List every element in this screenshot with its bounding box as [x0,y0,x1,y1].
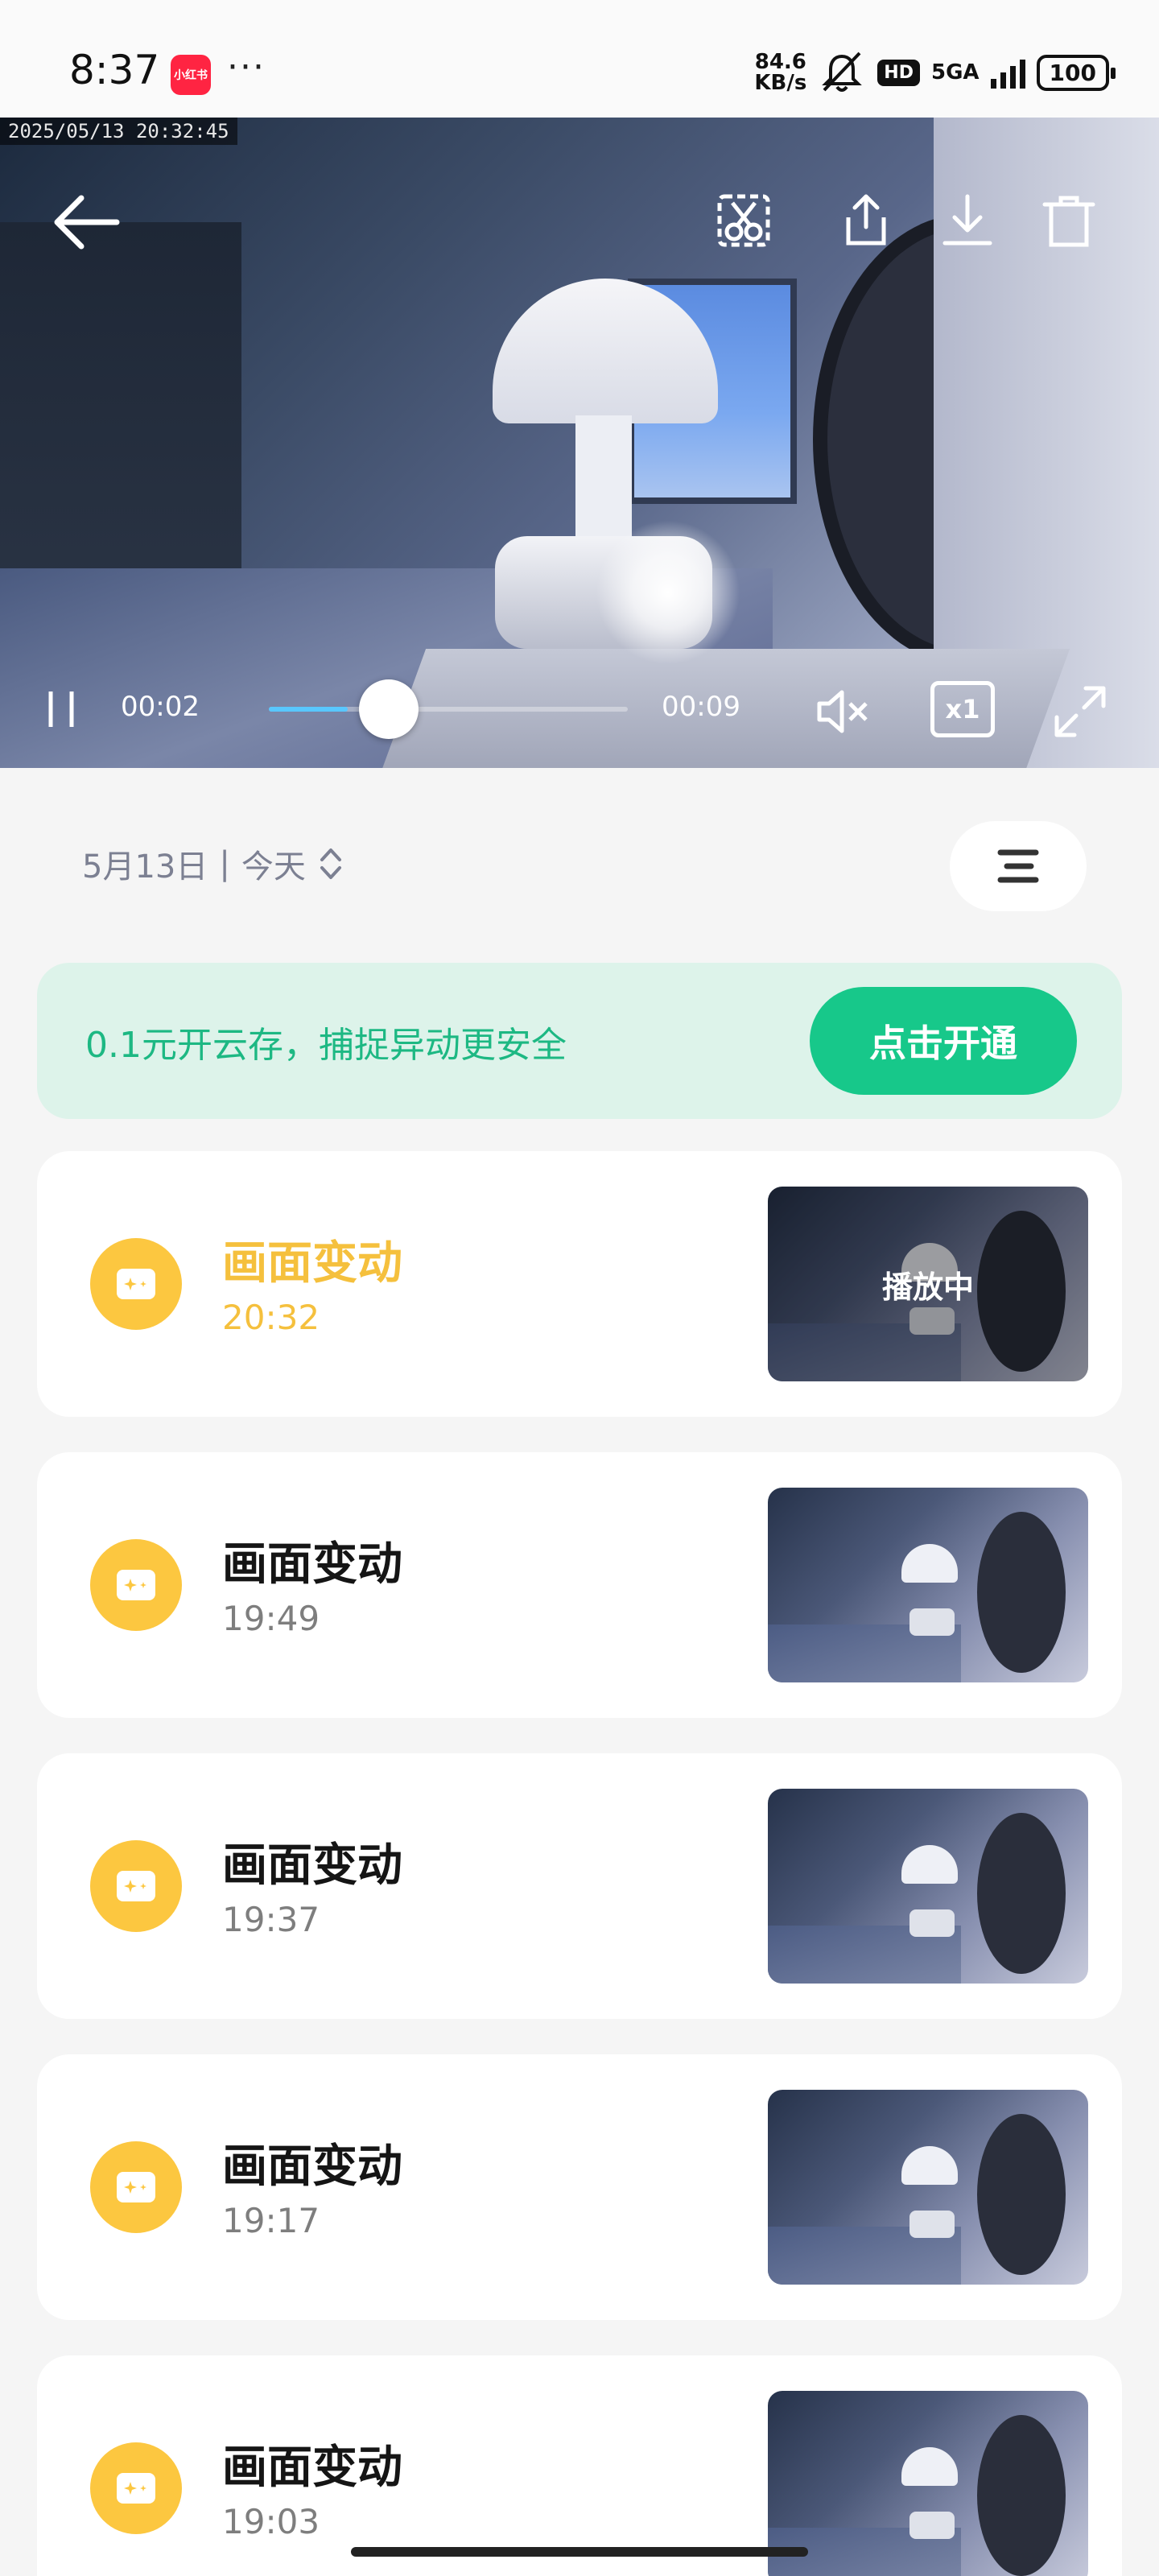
event-card[interactable]: 画面变动 19:03 [37,2355,1122,2576]
thumb-scene-mirror [977,1512,1066,1673]
event-time: 20:32 [222,1298,320,1337]
event-card[interactable]: 画面变动 19:17 [37,2054,1122,2320]
menu-icon [997,849,1039,883]
progress-fill [269,707,349,712]
event-thumbnail[interactable]: 播放中 [768,1187,1088,1381]
thumb-scene-lampshade [901,2447,958,2486]
cloud-storage-promo: 0.1元开云存，捕捉异动更安全 点击开通 [37,963,1122,1119]
event-title: 画面变动 [222,2442,402,2494]
thumb-scene-lamp-base [909,1909,955,1937]
thumb-scene-lampshade [901,1845,958,1884]
event-icon-badge [90,2141,182,2233]
event-icon-badge [90,1539,182,1631]
event-title: 画面变动 [222,1839,402,1892]
video-scene-light-glow [596,520,740,665]
event-thumbnail[interactable] [768,1789,1088,1984]
home-indicator[interactable] [351,2547,808,2557]
delete-icon[interactable] [1030,182,1107,259]
total-duration: 00:09 [662,691,740,723]
day-label: 今天 [241,848,306,886]
event-thumbnail[interactable] [768,2090,1088,2285]
speed-icon[interactable]: x1 [930,681,995,737]
event-time: 19:49 [222,1599,320,1638]
video-timestamp: 2025/05/13 20:32:45 [0,118,237,145]
progress-thumb[interactable] [359,679,419,739]
fullscreen-icon[interactable] [1046,678,1114,745]
share-icon[interactable] [827,182,905,259]
thumb-scene-mirror [977,2114,1066,2275]
date-label: 5月13日 [82,848,208,886]
event-icon-badge [90,1238,182,1330]
battery-icon: 100 [1036,54,1116,91]
current-time: 00:02 [121,691,200,723]
playing-label: 播放中 [768,1187,1088,1381]
sort-chevrons-icon [320,848,341,879]
xiaohongshu-app-icon: 小红书 [171,55,211,95]
thumb-scene-lampshade [901,2146,958,2185]
motion-event-icon [117,2172,155,2202]
event-title: 画面变动 [222,1538,402,1591]
back-icon[interactable] [45,182,126,262]
thumb-scene-mirror [977,1813,1066,1974]
event-icon-badge [90,1840,182,1932]
promo-text: 0.1元开云存，捕捉异动更安全 [85,1025,567,1066]
status-bar: 8:37 小红书 ··· 84.6 KB/s HD 5GA 100 [0,0,1159,118]
thumb-scene-lampshade [901,1544,958,1583]
event-time: 19:17 [222,2201,320,2240]
scissors-icon[interactable] [705,182,782,259]
activate-button[interactable]: 点击开通 [810,987,1077,1095]
motion-event-icon [117,1269,155,1299]
filter-menu-button[interactable] [950,821,1087,911]
event-title: 画面变动 [222,1237,402,1290]
hd-voice-badge: HD [877,59,920,86]
network-speed: 84.6 KB/s [754,52,806,93]
event-icon-badge [90,2442,182,2534]
thumb-scene-lamp-base [909,2211,955,2238]
pause-icon[interactable] [35,681,87,737]
motion-event-icon [117,2473,155,2504]
signal-strength-icon [990,56,1025,89]
status-time: 8:37 [69,47,160,93]
network-type: 5GA [930,60,980,85]
thumb-scene-lamp-base [909,2512,955,2539]
event-card[interactable]: 画面变动 19:49 [37,1452,1122,1718]
event-card[interactable]: 画面变动 20:32 播放中 [37,1151,1122,1417]
video-player[interactable]: 2025/05/13 20:32:45 00:02 00:09 x1 [0,118,1159,768]
muted-bell-icon [822,52,863,92]
event-card[interactable]: 画面变动 19:37 [37,1753,1122,2019]
date-separator: | [219,845,230,882]
event-title: 画面变动 [222,2140,402,2193]
thumb-scene-lamp-base [909,1608,955,1636]
event-thumbnail[interactable] [768,1488,1088,1682]
event-time: 19:03 [222,2502,320,2541]
mute-icon[interactable] [808,678,876,745]
network-speed-value: 84.6 [754,50,806,74]
event-time: 19:37 [222,1900,320,1939]
download-icon[interactable] [929,182,1006,259]
thumb-scene-mirror [977,2415,1066,2576]
network-speed-unit: KB/s [754,71,807,95]
progress-track[interactable] [269,707,628,712]
more-notifications-icon: ··· [227,47,266,88]
motion-event-icon [117,1871,155,1901]
date-selector[interactable]: 5月13日 | 今天 [82,840,344,887]
event-thumbnail[interactable] [768,2391,1088,2576]
status-right-group: 84.6 KB/s HD 5GA 100 [754,50,1116,95]
motion-event-icon [117,1570,155,1600]
